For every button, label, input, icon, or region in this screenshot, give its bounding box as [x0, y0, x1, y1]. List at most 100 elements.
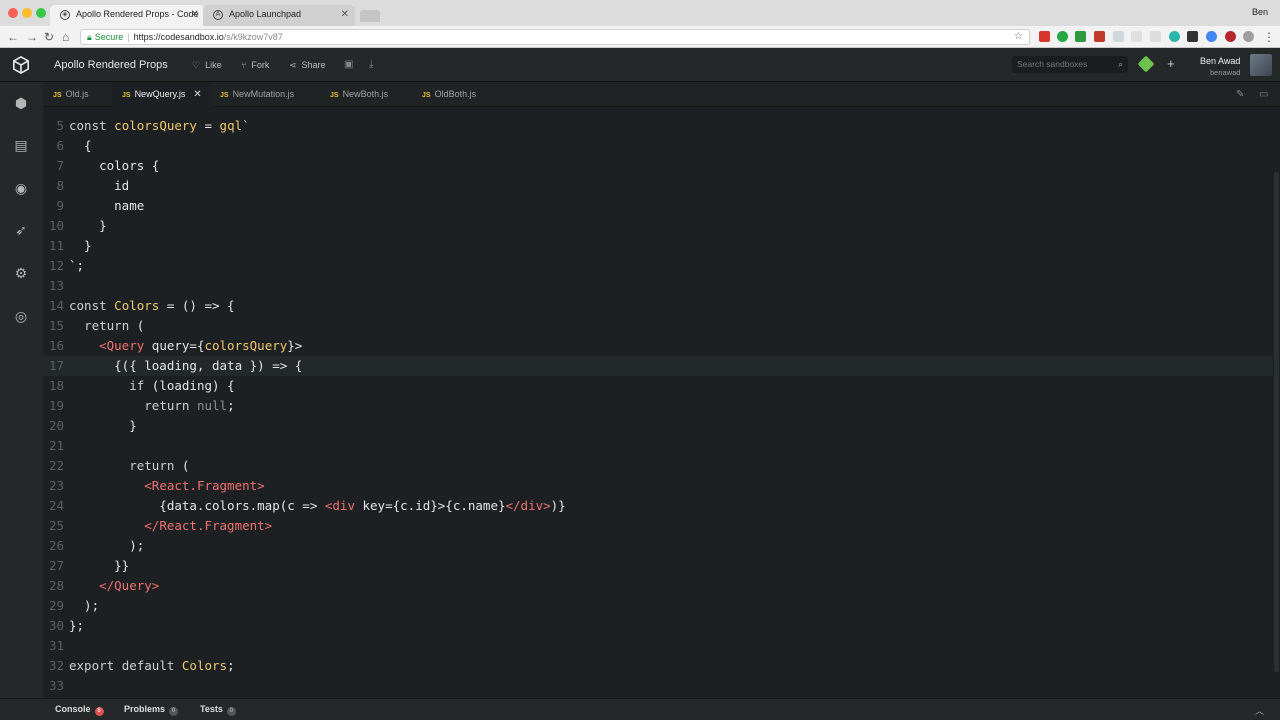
line-code[interactable]: </Query> [69, 578, 159, 593]
code-line[interactable]: 24 {data.colors.map(c => <div key={c.id}… [43, 496, 1273, 516]
line-code[interactable]: ); [69, 538, 144, 553]
download-icon[interactable]: ⤓ [369, 59, 373, 70]
line-number[interactable]: 11 [43, 236, 64, 256]
line-code[interactable]: export default Colors; [69, 658, 235, 673]
line-number[interactable]: 6 [43, 136, 64, 156]
problems-tab[interactable]: Problems 0 [124, 704, 179, 716]
code-line[interactable]: 17 {({ loading, data }) => { [43, 356, 1273, 376]
deploy-rocket-icon[interactable]: ➶ [13, 222, 29, 238]
line-number[interactable]: 12 [43, 256, 64, 276]
line-number[interactable]: 15 [43, 316, 64, 336]
sandbox-title[interactable]: Apollo Rendered Props [54, 59, 168, 71]
extension-icon[interactable] [1094, 31, 1105, 42]
line-number[interactable]: 22 [43, 456, 64, 476]
code-line[interactable]: 16 <Query query={colorsQuery}> [43, 336, 1273, 356]
avatar[interactable] [1250, 54, 1272, 76]
line-code[interactable]: }} [69, 558, 129, 573]
close-tab-icon[interactable]: ✕ [193, 89, 201, 100]
extension-icon[interactable] [1113, 31, 1124, 42]
line-code[interactable]: return ( [69, 458, 189, 473]
close-tab-icon[interactable]: ✕ [341, 9, 349, 20]
user-name[interactable]: Ben Awad [1200, 56, 1240, 66]
tests-tab[interactable]: Tests 0 [200, 704, 236, 716]
line-code[interactable]: {({ loading, data }) => { [69, 358, 302, 373]
line-number[interactable]: 18 [43, 376, 64, 396]
code-line[interactable]: 11 } [43, 236, 1273, 256]
line-number[interactable]: 7 [43, 156, 64, 176]
code-line[interactable]: 29 ); [43, 596, 1273, 616]
line-code[interactable]: return ( [69, 318, 144, 333]
editor-tab-oldboth[interactable]: JS OldBoth.js [412, 82, 502, 107]
code-line[interactable]: 26 ); [43, 536, 1273, 556]
line-code[interactable]: if (loading) { [69, 378, 234, 393]
search-sandboxes-input[interactable]: Search sandboxes ⌕ [1012, 56, 1128, 73]
code-line[interactable]: 31 [43, 636, 1273, 656]
code-line[interactable]: 8 id [43, 176, 1273, 196]
browser-tab-codesandbox[interactable]: ◈ Apollo Rendered Props - Code ✕ [50, 5, 205, 26]
minimize-window-button[interactable] [22, 8, 32, 18]
reload-icon[interactable]: ↻ [44, 30, 54, 44]
line-code[interactable]: { [69, 138, 92, 153]
code-line[interactable]: 23 <React.Fragment> [43, 476, 1273, 496]
line-code[interactable]: id [69, 178, 129, 193]
project-info-icon[interactable]: ⬢ [13, 95, 29, 111]
save-icon[interactable]: ▣ [344, 59, 353, 70]
home-icon[interactable]: ⌂ [62, 30, 69, 44]
editor-tab-newboth[interactable]: JS NewBoth.js [320, 82, 413, 107]
code-line[interactable]: 6 { [43, 136, 1273, 156]
line-number[interactable]: 14 [43, 296, 64, 316]
maximize-window-button[interactable] [36, 8, 46, 18]
code-line[interactable]: 9 name [43, 196, 1273, 216]
line-number[interactable]: 10 [43, 216, 64, 236]
address-bar[interactable]: 🔒︎ Secure | https://codesandbox.io/s/k9kzow… [80, 29, 1030, 45]
code-line[interactable]: 5 const colorsQuery = gql` [43, 116, 1273, 136]
line-code[interactable]: } [69, 238, 92, 253]
toggle-preview-icon[interactable]: ▭ [1259, 89, 1268, 100]
share-button[interactable]: ⋖ Share [289, 60, 326, 71]
config-files-icon[interactable]: ⚙ [13, 265, 29, 281]
line-number[interactable]: 27 [43, 556, 64, 576]
editor-tab-old[interactable]: JS Old.js [43, 82, 111, 107]
line-number[interactable]: 33 [43, 676, 64, 696]
line-number[interactable]: 17 [43, 356, 64, 376]
extension-icon[interactable] [1206, 31, 1217, 42]
prettify-icon[interactable]: ✎ [1236, 89, 1244, 100]
code-line[interactable]: 10 } [43, 216, 1273, 236]
line-number[interactable]: 20 [43, 416, 64, 436]
line-number[interactable]: 9 [43, 196, 64, 216]
editor-scrollbar-thumb[interactable] [1274, 172, 1279, 672]
github-icon[interactable]: ◉ [13, 180, 29, 196]
browser-profile[interactable]: Ben [1252, 7, 1268, 17]
code-line[interactable]: 30}; [43, 616, 1273, 636]
forward-icon[interactable]: → [26, 30, 38, 44]
extension-icon[interactable] [1243, 31, 1254, 42]
new-sandbox-icon[interactable]: + [1167, 56, 1175, 71]
extension-icon[interactable] [1169, 31, 1180, 42]
line-code[interactable]: {data.colors.map(c => <div key={c.id}>{c… [69, 498, 565, 513]
editor-tab-newquery[interactable]: JS NewQuery.js ✕ [112, 82, 212, 107]
line-number[interactable]: 24 [43, 496, 64, 516]
bookmark-star-icon[interactable]: ☆ [1014, 30, 1023, 44]
line-number[interactable]: 28 [43, 576, 64, 596]
code-line[interactable]: 33 [43, 676, 1273, 696]
new-tab-button[interactable] [360, 10, 380, 22]
line-number[interactable]: 32 [43, 656, 64, 676]
code-line[interactable]: 12 `; [43, 256, 1273, 276]
extension-icon[interactable] [1225, 31, 1236, 42]
line-number[interactable]: 8 [43, 176, 64, 196]
extension-icon[interactable] [1057, 31, 1068, 42]
line-code[interactable]: }; [69, 618, 84, 633]
line-number[interactable]: 23 [43, 476, 64, 496]
line-code[interactable]: </React.Fragment> [69, 518, 272, 533]
line-number[interactable]: 21 [43, 436, 64, 456]
editor-tab-newmutation[interactable]: JS NewMutation.js [210, 82, 320, 107]
line-number[interactable]: 26 [43, 536, 64, 556]
code-editor[interactable]: 5 const colorsQuery = gql` 6 {7 colors { 8 … [43, 107, 1280, 698]
line-code[interactable]: <Query query={colorsQuery}> [69, 338, 302, 353]
code-line[interactable]: 20 } [43, 416, 1273, 436]
code-line[interactable]: 27 }} [43, 556, 1273, 576]
line-code[interactable]: name [69, 198, 144, 213]
browser-menu-icon[interactable]: ⋮ [1263, 30, 1275, 44]
line-code[interactable]: colors { [69, 158, 159, 173]
browser-tab-apollo-launchpad[interactable]: A Apollo Launchpad ✕ [203, 5, 355, 26]
